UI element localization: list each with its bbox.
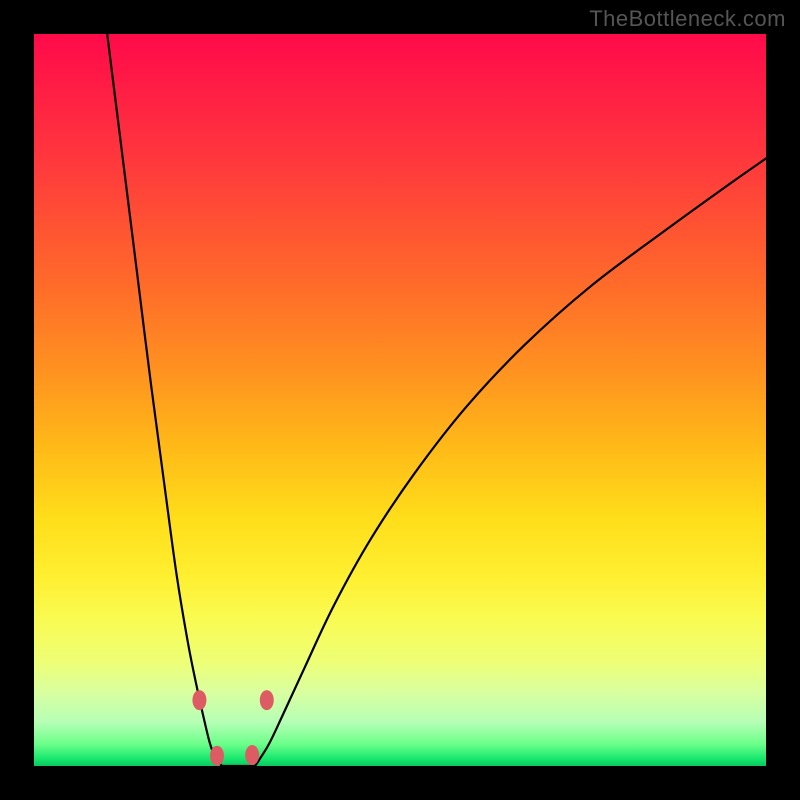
curve-layer xyxy=(34,34,766,766)
curve-marker xyxy=(210,746,224,766)
watermark-text: TheBottleneck.com xyxy=(589,6,786,32)
chart-frame: TheBottleneck.com xyxy=(0,0,800,800)
curve-marker xyxy=(192,690,206,710)
plot-area xyxy=(34,34,766,766)
curve-marker xyxy=(245,745,259,765)
bottleneck-curve xyxy=(107,34,766,766)
curve-marker xyxy=(260,690,274,710)
